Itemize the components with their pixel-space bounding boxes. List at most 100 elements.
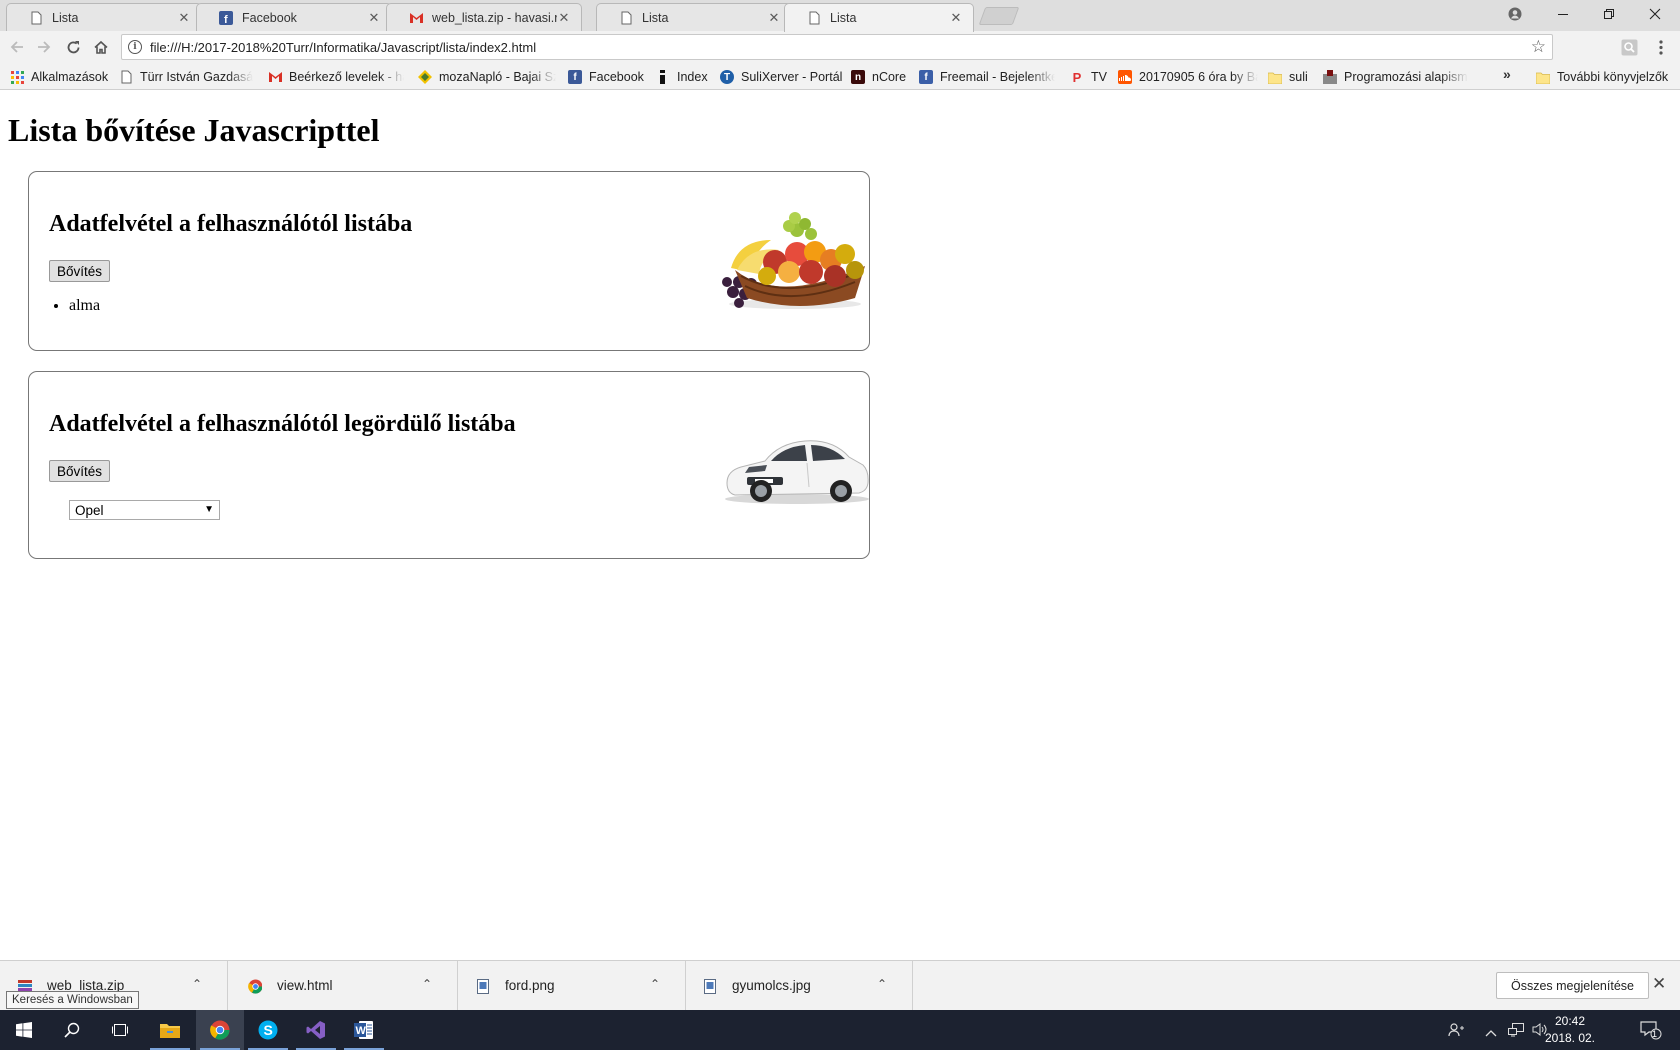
section-heading: Adatfelvétel a felhasználótól listába <box>49 211 413 237</box>
tab-title: Lista <box>52 10 79 25</box>
bookmark-label: suli <box>1289 70 1308 84</box>
gmail-icon <box>409 10 423 26</box>
bookmark-mozanaplo[interactable]: mozaNapló - Bajai Sz <box>418 68 556 86</box>
tab-strip: Lista ✕ f Facebook ✕ web_lista.zip - hav… <box>0 0 1680 32</box>
chevron-up-icon[interactable]: ⌃ <box>650 977 660 991</box>
svg-text:W: W <box>356 1025 367 1037</box>
task-view-icon[interactable] <box>96 1010 144 1050</box>
bookmark-icon <box>1323 70 1337 84</box>
bookmark-folder-suli[interactable]: suli <box>1268 68 1314 86</box>
taskbar-clock[interactable]: 20:42 2018. 02. 20. <box>1535 1013 1605 1050</box>
close-icon[interactable]: ✕ <box>367 10 381 26</box>
close-icon[interactable]: ✕ <box>1652 974 1666 994</box>
home-button[interactable] <box>88 35 114 59</box>
bookmark-index[interactable]: Index <box>656 68 712 86</box>
download-item[interactable]: view.html ⌃ <box>230 961 458 1011</box>
chevron-up-icon[interactable]: ⌃ <box>422 977 432 991</box>
bookmark-label: Beérkező levelek - ha <box>289 70 404 84</box>
star-icon[interactable]: ☆ <box>1531 37 1546 57</box>
windows-taskbar: S W 20:42 2018. 02. 20. 1 <box>0 1010 1680 1050</box>
bookmarks-overflow-chevron[interactable]: » <box>1503 66 1511 82</box>
file-explorer-icon[interactable] <box>146 1010 194 1050</box>
chrome-icon[interactable] <box>196 1010 244 1050</box>
bookmark-label: További könyvjelzők <box>1557 70 1669 84</box>
close-window-button[interactable] <box>1632 0 1678 28</box>
word-icon[interactable]: W <box>340 1010 388 1050</box>
image-file-icon <box>703 978 717 995</box>
close-icon[interactable]: ✕ <box>767 10 781 26</box>
bookmark-programozas[interactable]: Programozási alapism <box>1323 68 1487 86</box>
page-title: Lista bővítése Javascripttel <box>8 112 380 148</box>
svg-text:f: f <box>224 14 228 25</box>
bookmark-apps[interactable]: Alkalmazások <box>10 68 108 86</box>
minimize-button[interactable] <box>1540 0 1586 28</box>
tab-lista-1[interactable]: Lista ✕ <box>6 3 202 31</box>
info-icon[interactable]: i <box>128 40 142 54</box>
close-icon[interactable]: ✕ <box>557 10 571 26</box>
facebook-icon: f <box>219 10 233 26</box>
folder-icon <box>1268 70 1282 84</box>
bookmark-label: Index <box>677 70 708 84</box>
gmail-icon <box>268 70 282 84</box>
bookmark-turr[interactable]: Türr István Gazdasági <box>119 68 253 86</box>
ncore-icon: n <box>851 70 865 84</box>
page-content: Lista bővítése Javascripttel Adatfelvéte… <box>0 90 1680 960</box>
tab-gmail[interactable]: web_lista.zip - havasi.rita ✕ <box>386 3 582 31</box>
back-button[interactable] <box>4 35 30 59</box>
soundcloud-icon <box>1118 70 1132 84</box>
forward-button[interactable] <box>31 35 57 59</box>
tv-icon: P <box>1072 69 1082 85</box>
list-item: alma <box>69 297 100 315</box>
bookmark-gmail[interactable]: Beérkező levelek - ha <box>268 68 404 86</box>
menu-dots-icon[interactable] <box>1652 39 1670 56</box>
download-item[interactable]: ford.png ⌃ <box>458 961 686 1011</box>
section-heading: Adatfelvétel a felhasználótól legördülő … <box>49 411 516 437</box>
show-all-downloads-button[interactable]: Összes megjelenítése <box>1496 972 1649 999</box>
chevron-up-icon[interactable]: ⌃ <box>877 977 887 991</box>
page-icon <box>619 10 633 26</box>
add-to-dropdown-button[interactable]: Bővítés <box>49 460 111 482</box>
bookmark-soundcloud[interactable]: 20170905 6 óra by Ba <box>1118 68 1258 86</box>
bookmark-tv[interactable]: P TV <box>1070 68 1110 86</box>
chevron-up-icon[interactable]: ⌃ <box>192 977 202 991</box>
freemail-icon: f <box>919 70 933 84</box>
skype-icon[interactable]: S <box>244 1010 292 1050</box>
dropdown-arrow-icon: ▼ <box>204 504 214 515</box>
close-icon[interactable]: ✕ <box>949 10 963 26</box>
folder-icon <box>1536 70 1550 84</box>
bookmarks-bar: Alkalmazások Türr István Gazdasági Beérk… <box>0 64 1680 90</box>
extension-search-icon[interactable] <box>1620 39 1638 56</box>
bookmark-freemail[interactable]: f Freemail - Bejelentke <box>919 68 1055 86</box>
address-bar[interactable]: i file:///H:/2017-2018%20Turr/Informatik… <box>121 34 1553 60</box>
add-to-list-button[interactable]: Bővítés <box>49 260 111 282</box>
bookmark-label: nCore <box>872 70 907 84</box>
bookmark-facebook[interactable]: f Facebook <box>568 68 646 86</box>
people-icon[interactable] <box>1448 1022 1464 1041</box>
bookmark-sulixerver[interactable]: T SuliXerver - Portál <box>720 68 842 86</box>
car-select[interactable]: Opel ▼ <box>69 500 220 520</box>
chevron-up-icon[interactable] <box>1485 1024 1497 1040</box>
notification-count: 1 <box>1652 1029 1658 1039</box>
diamond-icon <box>418 70 432 84</box>
tab-lista-2[interactable]: Lista ✕ <box>596 3 792 31</box>
new-tab-button[interactable] <box>978 7 1020 25</box>
page-icon <box>29 10 43 26</box>
tab-lista-active[interactable]: Lista ✕ <box>784 3 974 32</box>
search-tooltip: Keresés a Windowsban <box>6 991 139 1009</box>
reload-button[interactable] <box>60 35 86 59</box>
restore-button[interactable] <box>1586 0 1632 28</box>
profile-icon[interactable] <box>1492 0 1538 28</box>
windows-start-icon[interactable] <box>0 1010 48 1050</box>
close-icon[interactable]: ✕ <box>177 10 191 26</box>
tab-facebook[interactable]: f Facebook ✕ <box>196 3 392 31</box>
notification-center-icon[interactable]: 1 <box>1640 1020 1662 1043</box>
bookmark-ncore[interactable]: n nCore <box>851 68 913 86</box>
clock-date: 2018. 02. 20. <box>1544 1031 1596 1050</box>
bookmark-label: 20170905 6 óra by Ba <box>1139 70 1258 84</box>
visual-studio-icon[interactable] <box>292 1010 340 1050</box>
network-icon[interactable] <box>1508 1022 1524 1040</box>
bookmark-other[interactable]: További könyvjelzők <box>1536 68 1676 86</box>
page-icon <box>807 10 821 26</box>
search-icon[interactable] <box>48 1010 96 1050</box>
download-item[interactable]: gyumolcs.jpg ⌃ <box>685 961 913 1011</box>
